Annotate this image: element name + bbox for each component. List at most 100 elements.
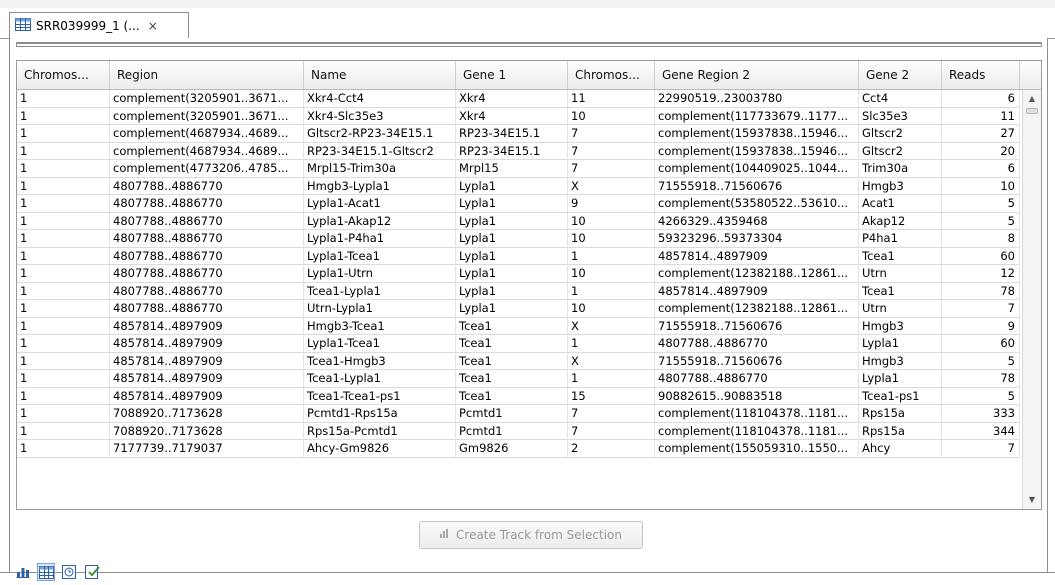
table-cell: Rps15a	[859, 405, 942, 422]
create-track-label: Create Track from Selection	[456, 528, 622, 542]
table-cell: Hmgb3	[859, 317, 942, 335]
table-row[interactable]: 1 complement(4687934..4689... RP23-34E15.1…	[17, 142, 1020, 160]
table-row[interactable]: 1 4807788..4886770 Tcea1-Lypla1 Lypla1 1 4857…	[17, 282, 1020, 300]
table-row[interactable]: 1 4807788..4886770 Lypla1-Utrn Lypla1 10 comp…	[17, 265, 1020, 283]
table-cell: Lypla1	[456, 230, 568, 247]
graph-view-icon[interactable]	[14, 563, 32, 581]
table-cell: complement(12382188..12861...	[655, 300, 859, 317]
table-cell: Hmgb3-Tcea1	[304, 317, 456, 335]
table-cell: Xkr4	[456, 90, 568, 107]
table-cell: 59323296..59373304	[655, 230, 859, 247]
table-cell: Tcea1-Tcea1-ps1	[304, 387, 456, 405]
table-cell: Rps15a	[859, 422, 942, 440]
table-cell: 5	[942, 387, 1020, 405]
create-track-from-selection-button[interactable]: Create Track from Selection	[419, 521, 643, 549]
column-header[interactable]: Reads	[942, 61, 1020, 89]
table-row[interactable]: 1 4857814..4897909 Lypla1-Tcea1 Tcea1 1 48077…	[17, 335, 1020, 353]
table-cell: 7	[942, 300, 1020, 317]
table-cell: 1	[568, 247, 655, 265]
table-cell: Mrpl15	[456, 160, 568, 177]
scrollbar-thumb[interactable]	[1026, 108, 1038, 114]
vertical-scrollbar[interactable]: ▲ ▼	[1022, 90, 1041, 509]
table-cell: Mrpl15-Trim30a	[304, 160, 456, 177]
table-cell: 15	[568, 387, 655, 405]
table-cell: 4857814..4897909	[655, 282, 859, 300]
table-cell: Lypla1-Acat1	[304, 195, 456, 212]
table-row[interactable]: 1 complement(3205901..3671... Xkr4-Slc35e3…	[17, 107, 1020, 125]
table-row[interactable]: 1 4857814..4897909 Tcea1-Hmgb3 Tcea1 X 715559…	[17, 352, 1020, 370]
table-cell: 60	[942, 247, 1020, 265]
table-cell: Tcea1-Lypla1	[304, 282, 456, 300]
table-row[interactable]: 1 4807788..4886770 Utrn-Lypla1 Lypla1 10 comp…	[17, 300, 1020, 318]
table-cell: Tcea1-Hmgb3	[304, 352, 456, 370]
column-header[interactable]: Region	[110, 61, 304, 89]
table-cell: 4266329..4359468	[655, 212, 859, 230]
table-cell: 4807788..4886770	[110, 195, 304, 212]
table-editor: Chromos... Region Name Gene 1 Chromos... Gene…	[9, 38, 1048, 572]
table-cell: 4807788..4886770	[110, 177, 304, 195]
table-cell: Pcmtd1	[456, 422, 568, 440]
table-cell: 12	[942, 265, 1020, 282]
table-cell: complement(53580522..53610...	[655, 195, 859, 212]
table-cell: 7	[568, 125, 655, 142]
table-cell: 4857814..4897909	[110, 335, 304, 352]
table-row[interactable]: 1 7088920..7173628 Rps15a-Pcmtd1 Pcmtd1 7 com…	[17, 422, 1020, 440]
table-cell: Tcea1-ps1	[859, 387, 942, 405]
table-view-icon[interactable]	[37, 563, 55, 581]
table-row[interactable]: 1 4807788..4886770 Lypla1-Tcea1 Lypla1 1 4857…	[17, 247, 1020, 265]
scroll-down-icon[interactable]: ▼	[1023, 493, 1041, 507]
close-icon[interactable]: ×	[148, 19, 158, 33]
column-header[interactable]: Gene Region 2	[655, 61, 859, 89]
table-cell: complement(15937838..15946...	[655, 142, 859, 160]
table-cell: 7	[942, 440, 1020, 457]
table-cell: 90882615..90883518	[655, 387, 859, 405]
table-row[interactable]: 1 7177739..7179037 Ahcy-Gm9826 Gm9826 2 compl…	[17, 440, 1020, 458]
table-cell: 6	[942, 90, 1020, 107]
column-header[interactable]: Gene 2	[859, 61, 942, 89]
column-header[interactable]: Name	[304, 61, 456, 89]
table-cell: Tcea1	[456, 317, 568, 335]
table-row[interactable]: 1 complement(4773206..4785... Mrpl15-Trim3…	[17, 160, 1020, 178]
table-cell: 1	[568, 370, 655, 387]
table-cell: Lypla1-P4ha1	[304, 230, 456, 247]
table-cell: 1	[17, 352, 110, 370]
table-cell: 2	[568, 440, 655, 457]
tab-srr039999[interactable]: SRR039999_1 (... ×	[9, 12, 189, 38]
scroll-up-icon[interactable]: ▲	[1023, 92, 1041, 106]
table-cell: Lypla1-Akap12	[304, 212, 456, 230]
column-header[interactable]: Chromos...	[568, 61, 655, 89]
table-cell: complement(117733679..1177...	[655, 107, 859, 125]
table-row[interactable]: 1 7088920..7173628 Pcmtd1-Rps15a Pcmtd1 7 com…	[17, 405, 1020, 423]
table-cell: 20	[942, 142, 1020, 160]
history-view-icon[interactable]	[60, 563, 78, 581]
table-cell: Lypla1	[859, 335, 942, 352]
table-cell: 4807788..4886770	[655, 335, 859, 352]
table-cell: 1	[17, 422, 110, 440]
table-cell: 1	[17, 300, 110, 317]
annotation-view-icon[interactable]	[83, 563, 101, 581]
table-cell: 78	[942, 370, 1020, 387]
table-row[interactable]: 1 4807788..4886770 Lypla1-Akap12 Lypla1 10 42…	[17, 212, 1020, 230]
table-cell: Tcea1	[859, 282, 942, 300]
table-row[interactable]: 1 4807788..4886770 Lypla1-P4ha1 Lypla1 10 593…	[17, 230, 1020, 248]
table-row[interactable]: 1 4857814..4897909 Hmgb3-Tcea1 Tcea1 X 715559…	[17, 317, 1020, 335]
table-cell: RP23-34E15.1	[456, 142, 568, 160]
table-cell: Hmgb3	[859, 177, 942, 195]
table-cell: complement(4687934..4689...	[110, 125, 304, 142]
table-row[interactable]: 1 complement(4687934..4689... Gltscr2-RP23…	[17, 125, 1020, 143]
table-row[interactable]: 1 4807788..4886770 Lypla1-Acat1 Lypla1 9 comp…	[17, 195, 1020, 213]
table-cell: Slc35e3	[859, 107, 942, 125]
column-header[interactable]: Chromos...	[17, 61, 110, 89]
table-row[interactable]: 1 4807788..4886770 Hmgb3-Lypla1 Lypla1 X 7155…	[17, 177, 1020, 195]
table-cell: 10	[568, 230, 655, 247]
column-header[interactable]: Gene 1	[456, 61, 568, 89]
table-cell: 1	[17, 247, 110, 265]
table-cell: 1	[17, 335, 110, 352]
table-row[interactable]: 1 complement(3205901..3671... Xkr4-Cct4 Xkr…	[17, 90, 1020, 108]
table-cell: X	[568, 177, 655, 195]
table-row[interactable]: 1 4857814..4897909 Tcea1-Lypla1 Tcea1 1 48077…	[17, 370, 1020, 388]
table-cell: 7	[568, 422, 655, 440]
table-cell: complement(104409025..1044...	[655, 160, 859, 177]
table-row[interactable]: 1 4857814..4897909 Tcea1-Tcea1-ps1 Tcea1 15 9…	[17, 387, 1020, 405]
table-cell: 1	[17, 282, 110, 300]
